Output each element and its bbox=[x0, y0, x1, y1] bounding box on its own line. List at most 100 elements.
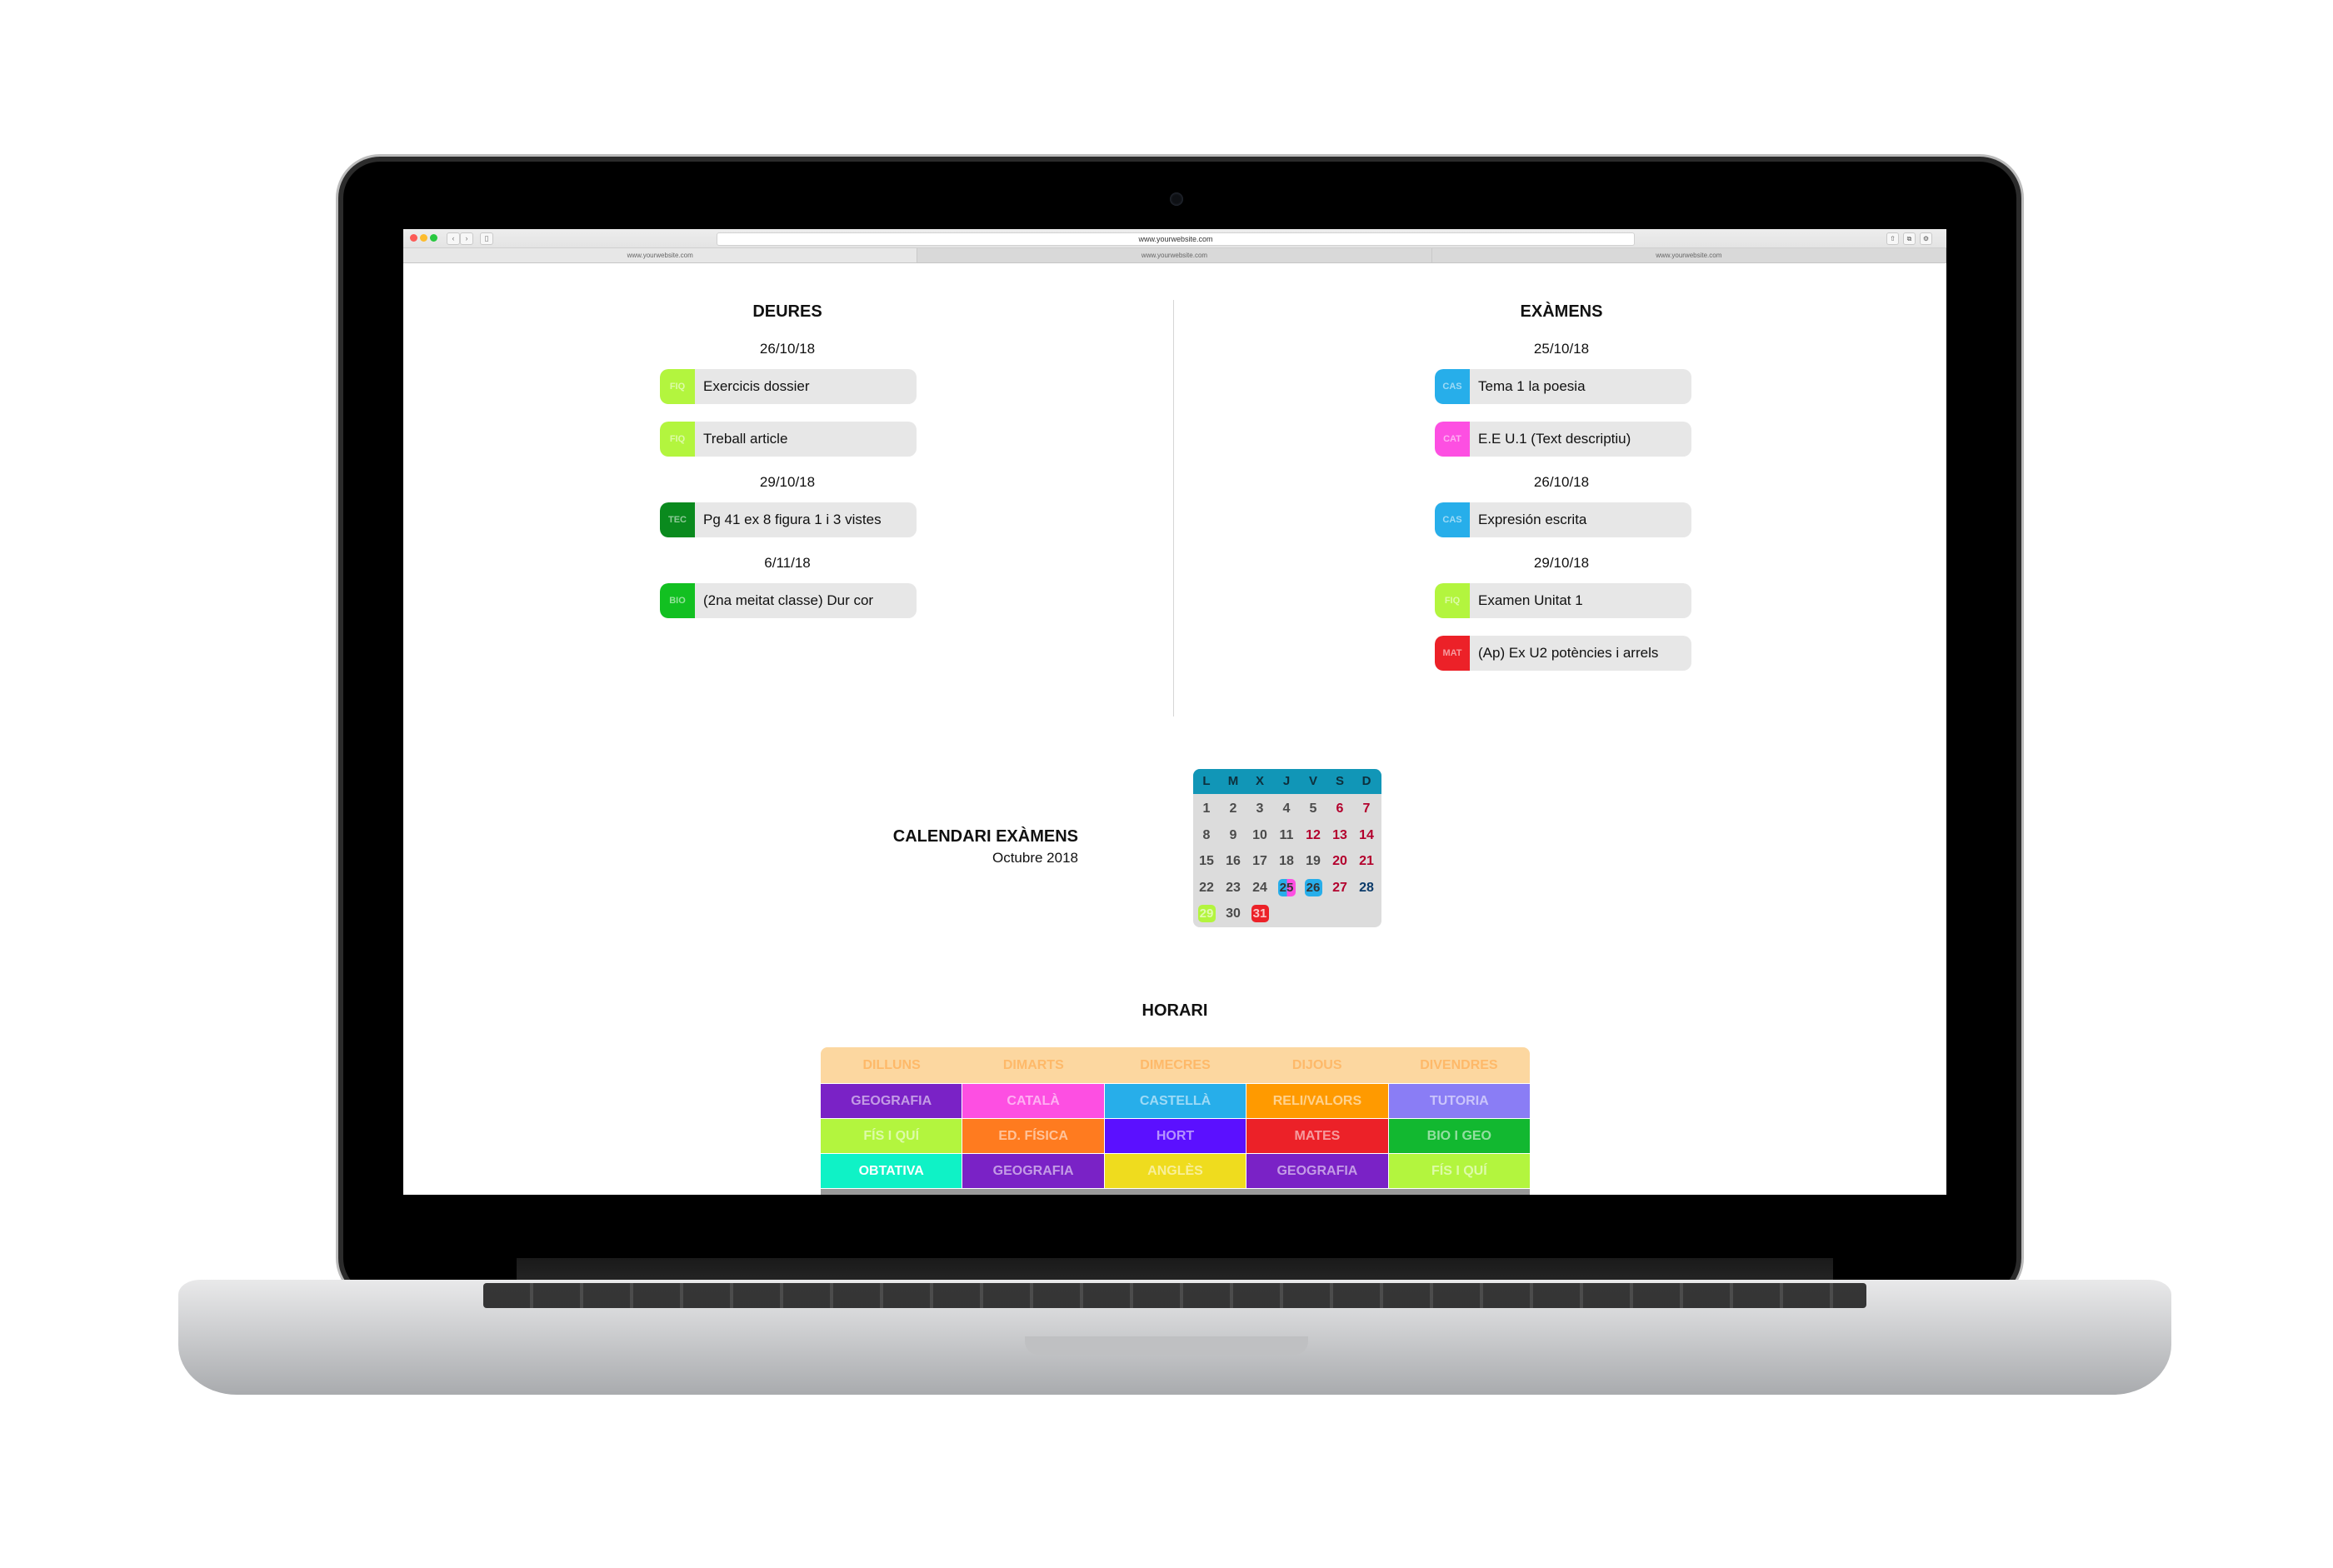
weekday-label: M bbox=[1227, 774, 1239, 788]
task-text: Expresión escrita bbox=[1478, 512, 1587, 527]
calendar-day[interactable]: 26 bbox=[1300, 875, 1326, 901]
task-text: (2na meitat classe) Dur cor bbox=[703, 592, 874, 608]
deures-item[interactable]: FIQ Treball article bbox=[660, 422, 917, 457]
calendar-weekday-header: LMXJVSD bbox=[1193, 769, 1381, 794]
calendar-day[interactable]: 14 bbox=[1353, 822, 1380, 849]
calendar-day[interactable]: 16 bbox=[1220, 848, 1246, 875]
exam-day-chip: 26 bbox=[1304, 878, 1322, 896]
exam-day-chip: 29 bbox=[1197, 905, 1216, 922]
timetable-cell[interactable]: GEOGRAFIA bbox=[1246, 1154, 1388, 1188]
task-text: Pg 41 ex 8 figura 1 i 3 vistes bbox=[703, 512, 882, 527]
deures-item[interactable]: FIQ Exercicis dossier bbox=[660, 369, 917, 404]
deures-date: 6/11/18 bbox=[764, 555, 811, 571]
deures-date: 26/10/18 bbox=[759, 341, 816, 357]
calendar-day[interactable]: 23 bbox=[1220, 875, 1246, 901]
subject-tag: FIQ bbox=[660, 369, 695, 404]
calendar-day[interactable]: 3 bbox=[1246, 796, 1273, 822]
timetable-next-row bbox=[821, 1189, 1530, 1195]
task-text: Tema 1 la poesia bbox=[1478, 378, 1586, 394]
timetable-cell[interactable]: MATES bbox=[1246, 1119, 1388, 1153]
calendar-day[interactable]: 10 bbox=[1246, 822, 1273, 849]
timetable-day-header: DIMECRES bbox=[1140, 1058, 1211, 1072]
calendar-month: Octubre 2018 bbox=[992, 850, 1078, 866]
weekday-label: L bbox=[1202, 774, 1211, 788]
calendar-day[interactable]: 25 bbox=[1273, 875, 1300, 901]
calendar-day[interactable]: 18 bbox=[1273, 848, 1300, 875]
deures-title: DEURES bbox=[752, 302, 822, 321]
deures-item[interactable]: BIO (2na meitat classe) Dur cor bbox=[660, 583, 917, 618]
deures-item[interactable]: TEC Pg 41 ex 8 figura 1 i 3 vistes bbox=[660, 502, 917, 537]
calendar-day[interactable]: 1 bbox=[1193, 796, 1220, 822]
calendar-day[interactable]: 24 bbox=[1246, 875, 1273, 901]
calendar-day[interactable]: 19 bbox=[1300, 848, 1326, 875]
timetable-day-header: DILLUNS bbox=[862, 1058, 921, 1072]
keyboard bbox=[483, 1283, 1866, 1308]
calendar-day[interactable]: 5 bbox=[1300, 796, 1326, 822]
examens-item[interactable]: CAT E.E U.1 (Text descriptiu) bbox=[1435, 422, 1691, 457]
timetable: DILLUNS DIMARTS DIMECRES DIJOUS DIVENDRES GE… bbox=[821, 1047, 1531, 1195]
calendar-day[interactable]: 15 bbox=[1193, 848, 1220, 875]
timetable-cell[interactable]: FÍS I QUÍ bbox=[821, 1119, 962, 1153]
subject-tag: FIQ bbox=[660, 422, 695, 457]
task-text: Exercicis dossier bbox=[703, 378, 810, 394]
timetable-row: GEOGRAFIA CATALÀ CASTELLÀ RELI/VALORS TUTORI… bbox=[821, 1084, 1531, 1118]
calendar-days-grid: 1 2 3 4 5 6 7 8 9 10 11 12 13 14 15 16 17 18 19 20 21 22 23 24 2… bbox=[1193, 794, 1381, 927]
examens-item[interactable]: MAT (Ap) Ex U2 potències i arrels bbox=[1435, 636, 1691, 671]
examens-date: 26/10/18 bbox=[1533, 474, 1590, 490]
timetable-body: GEOGRAFIA CATALÀ CASTELLÀ RELI/VALORS TUTORI… bbox=[821, 1084, 1531, 1188]
timetable-row: FÍS I QUÍ ED. FÍSICA HORT MATES BIO I GEO bbox=[821, 1119, 1531, 1153]
calendar-day[interactable]: 8 bbox=[1193, 822, 1220, 849]
deures-date: 29/10/18 bbox=[759, 474, 816, 490]
timetable-cell[interactable]: FÍS I QUÍ bbox=[1388, 1154, 1531, 1188]
timetable-day-header: DIJOUS bbox=[1291, 1058, 1342, 1072]
calendar-day[interactable]: 29 bbox=[1193, 901, 1220, 927]
timetable-row: OBTATIVA GEOGRAFIA ANGLÈS GEOGRAFIA FÍS I QU… bbox=[821, 1154, 1531, 1188]
timetable-cell[interactable]: OBTATIVA bbox=[821, 1154, 962, 1188]
examens-item[interactable]: FIQ Examen Unitat 1 bbox=[1435, 583, 1691, 618]
calendar-day[interactable]: 21 bbox=[1353, 848, 1380, 875]
laptop-screen: ‹ › ▯ www.yourwebsite.com ⇧ ⧉ ⚙ www.your… bbox=[403, 229, 1946, 1195]
examens-date: 29/10/18 bbox=[1533, 555, 1590, 571]
timetable-cell[interactable]: RELI/VALORS bbox=[1246, 1084, 1388, 1118]
calendar-day[interactable]: 22 bbox=[1193, 875, 1220, 901]
timetable-cell[interactable]: ANGLÈS bbox=[1104, 1154, 1246, 1188]
calendar-day[interactable]: 9 bbox=[1220, 822, 1246, 849]
timetable-cell[interactable]: HORT bbox=[1104, 1119, 1246, 1153]
timetable-title: HORARI bbox=[1142, 1001, 1208, 1020]
subject-tag: MAT bbox=[1435, 636, 1470, 671]
timetable-cell[interactable]: CATALÀ bbox=[962, 1084, 1104, 1118]
calendar-day[interactable]: 12 bbox=[1300, 822, 1326, 849]
timetable-cell[interactable]: BIO I GEO bbox=[1388, 1119, 1531, 1153]
calendar-day[interactable]: 27 bbox=[1326, 875, 1353, 901]
examens-item[interactable]: CAS Expresión escrita bbox=[1435, 502, 1691, 537]
calendar-day[interactable]: 17 bbox=[1246, 848, 1273, 875]
exam-day-chip: 25 bbox=[1277, 878, 1296, 896]
timetable-cell[interactable]: ED. FÍSICA bbox=[962, 1119, 1104, 1153]
subject-tag: BIO bbox=[660, 583, 695, 618]
timetable-day-header: DIMARTS bbox=[1002, 1058, 1064, 1072]
calendar-day[interactable]: 30 bbox=[1220, 901, 1246, 927]
subject-tag: CAT bbox=[1435, 422, 1470, 457]
exam-calendar: LMXJVSD 1 2 3 4 5 6 7 8 9 10 11 12 13 14 15 16 17 18 19 20 2… bbox=[1193, 769, 1381, 927]
weekday-label: V bbox=[1308, 774, 1317, 788]
calendar-day[interactable]: 13 bbox=[1326, 822, 1353, 849]
timetable-cell[interactable]: GEOGRAFIA bbox=[821, 1084, 962, 1118]
page-content: CALENDARI EXÀMENS Octubre 2018 L M X J V S D 1… bbox=[403, 229, 1946, 1195]
calendar-day[interactable]: 20 bbox=[1326, 848, 1353, 875]
timetable-header: DILLUNS DIMARTS DIMECRES DIJOUS DIVENDRES bbox=[821, 1047, 1530, 1083]
calendar-title: CALENDARI EXÀMENS bbox=[892, 827, 1078, 846]
calendar-day[interactable]: 31 bbox=[1246, 901, 1273, 927]
calendar-day[interactable]: 7 bbox=[1353, 796, 1380, 822]
task-text: (Ap) Ex U2 potències i arrels bbox=[1478, 645, 1659, 661]
examens-item[interactable]: CAS Tema 1 la poesia bbox=[1435, 369, 1691, 404]
calendar-day[interactable]: 2 bbox=[1220, 796, 1246, 822]
examens-date: 25/10/18 bbox=[1533, 341, 1590, 357]
calendar-day[interactable]: 6 bbox=[1326, 796, 1353, 822]
calendar-day[interactable]: 4 bbox=[1273, 796, 1300, 822]
calendar-day[interactable]: 11 bbox=[1273, 822, 1300, 849]
calendar-day[interactable]: 28 bbox=[1353, 875, 1380, 901]
timetable-cell[interactable]: CASTELLÀ bbox=[1104, 1084, 1246, 1118]
timetable-cell[interactable]: GEOGRAFIA bbox=[962, 1154, 1104, 1188]
task-text: Examen Unitat 1 bbox=[1478, 592, 1583, 608]
timetable-cell[interactable]: TUTORIA bbox=[1388, 1084, 1531, 1118]
